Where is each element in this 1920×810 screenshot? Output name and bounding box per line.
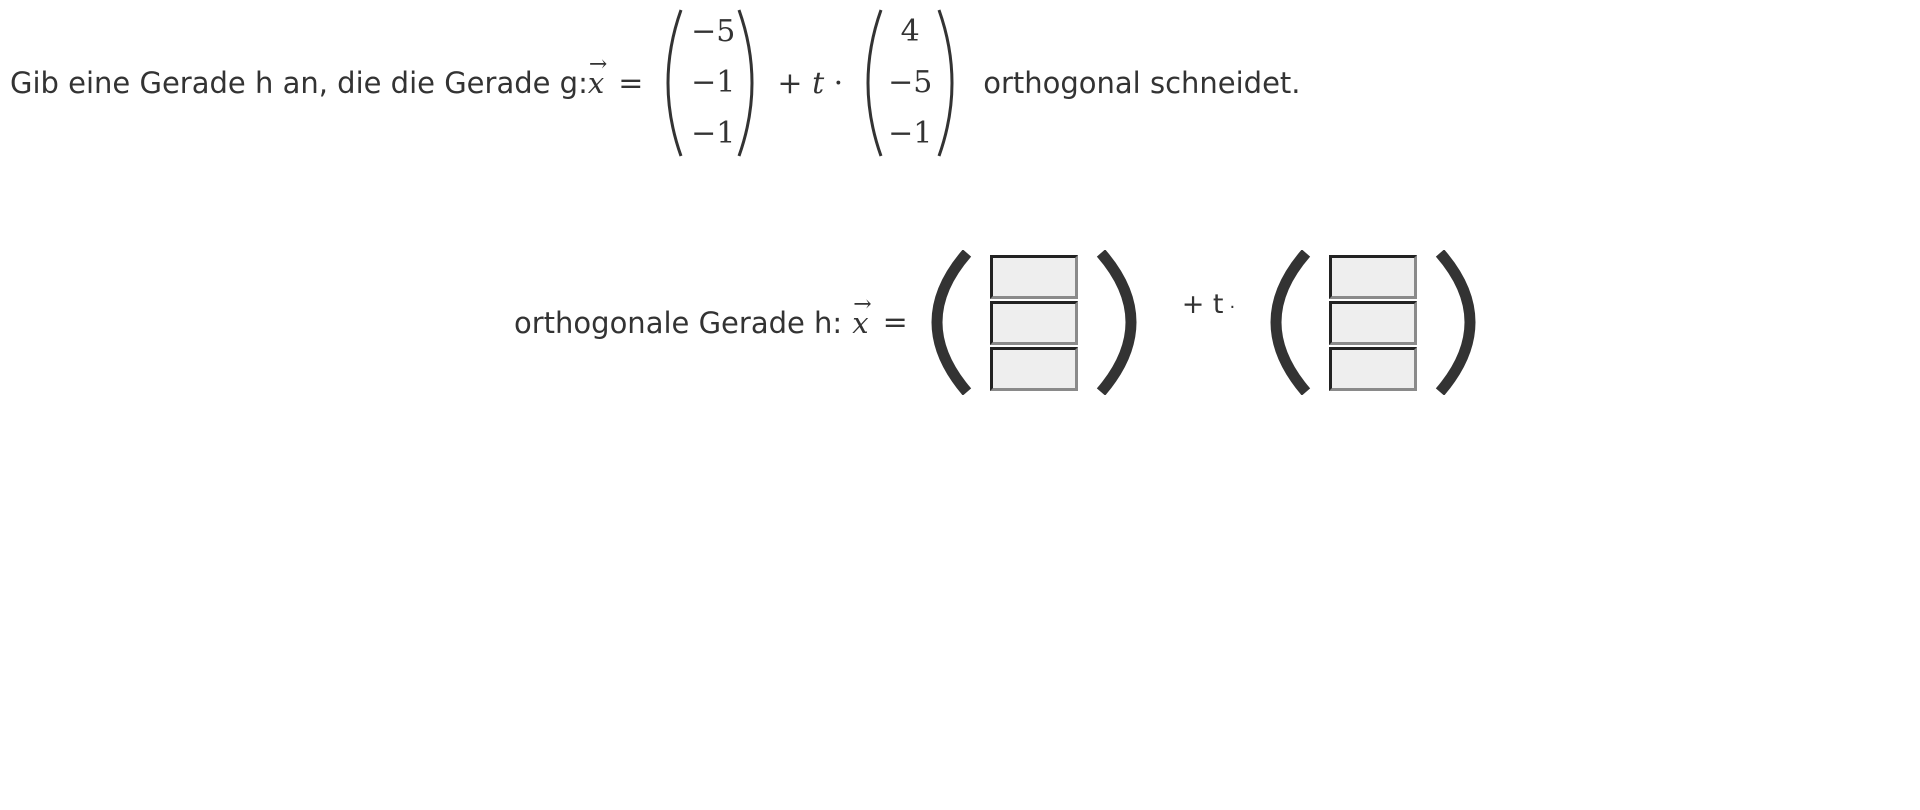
left-paren-icon [666,9,683,157]
left-paren-icon [1270,250,1311,395]
support-vector-h [922,250,1146,395]
direction-vector-g: 4 −5 −1 [861,8,959,158]
support-vector-g: −5 −1 −1 [661,8,759,158]
vector-component: −1 [691,116,736,151]
equals-sign: = [618,65,644,101]
equals-sign: = [882,305,908,340]
support-x-input[interactable] [989,254,1078,299]
direction-z-input[interactable] [1329,346,1418,391]
plus-t-dot: + t · [1181,289,1236,320]
vector-x-symbol: → x [587,52,608,100]
support-y-input[interactable] [989,300,1078,345]
question-prefix: Gib eine Gerade h an, die die Gerade g: [10,66,588,100]
vector-arrow-icon: → [853,291,872,317]
right-paren-icon [1436,250,1476,395]
direction-y-input[interactable] [1329,300,1418,345]
direction-vector-h [1261,250,1485,395]
answer-line: orthogonale Gerade h: → x = + t · [514,250,1485,395]
support-z-input[interactable] [989,346,1078,391]
vector-arrow-icon: → [588,52,608,77]
left-paren-icon [931,250,971,395]
right-paren-icon [737,9,754,157]
right-paren-icon [937,9,954,157]
question-line: Gib eine Gerade h an, die die Gerade g: … [10,8,1301,158]
left-paren-icon [866,9,883,157]
direction-x-input[interactable] [1329,254,1418,299]
right-paren-icon [1096,250,1137,395]
exercise-panel: Gib eine Gerade h an, die die Gerade g: … [0,0,1920,810]
vector-component: −5 [888,65,933,100]
vector-component: −1 [691,65,736,100]
question-suffix: orthogonal schneidet. [983,66,1301,100]
vector-component: −5 [691,14,736,49]
vector-component: −1 [888,116,933,151]
answer-label: orthogonale Gerade h: [514,305,843,340]
vector-x-symbol: → x [852,291,872,340]
vector-component: 4 [900,14,920,49]
plus-t-dot: + t · [777,65,844,101]
